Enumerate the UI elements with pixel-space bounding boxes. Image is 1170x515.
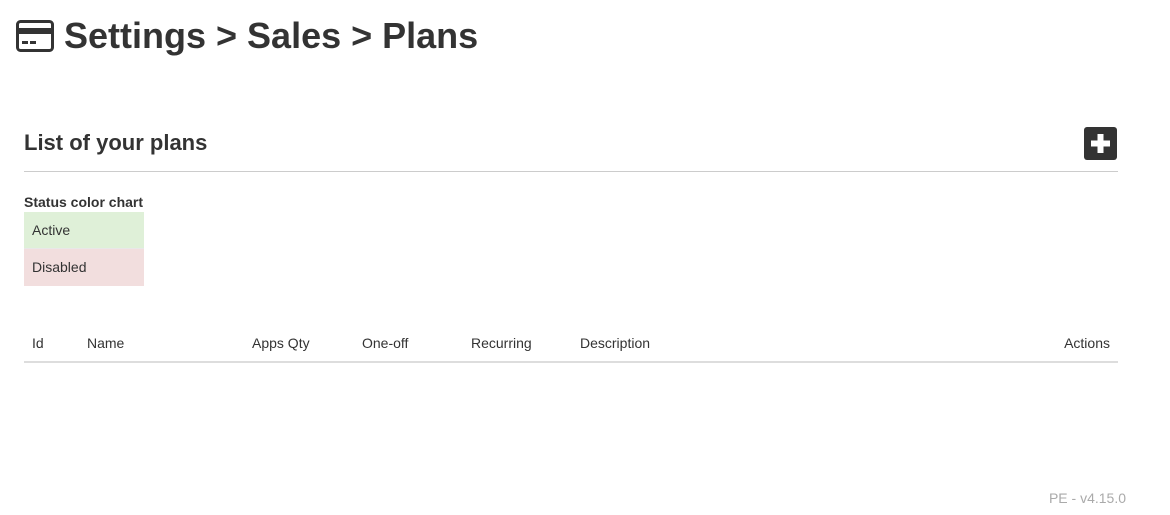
column-id[interactable]: Id [24,325,87,363]
column-name[interactable]: Name [87,325,252,363]
column-recurring[interactable]: Recurring [471,325,580,363]
column-apps-qty[interactable]: Apps Qty [252,325,362,363]
status-color-chart: Status color chart Active Disabled [24,193,144,286]
table-header-row: Id Name Apps Qty One-off Recurring Descr… [24,325,1118,363]
column-one-off[interactable]: One-off [362,325,471,363]
page-header: Settings > Sales > Plans [16,14,478,58]
status-active: Active [24,212,144,249]
column-actions: Actions [883,325,1118,363]
section-title: List of your plans [24,130,208,155]
column-description[interactable]: Description [580,325,884,363]
version-label: PE - v4.15.0 [1048,490,1126,506]
page-title: Settings > Sales > Plans [64,15,479,56]
status-color-chart-title: Status color chart [24,194,144,210]
add-plan-button[interactable] [1084,127,1117,160]
status-disabled: Disabled [24,249,144,286]
section-header: List of your plans [24,126,1118,172]
page: Settings > Sales > Plans List of your pl… [0,0,1170,515]
plans-table: Id Name Apps Qty One-off Recurring Descr… [24,325,1118,363]
plus-icon [1091,134,1110,153]
credit-card-icon [16,20,54,52]
